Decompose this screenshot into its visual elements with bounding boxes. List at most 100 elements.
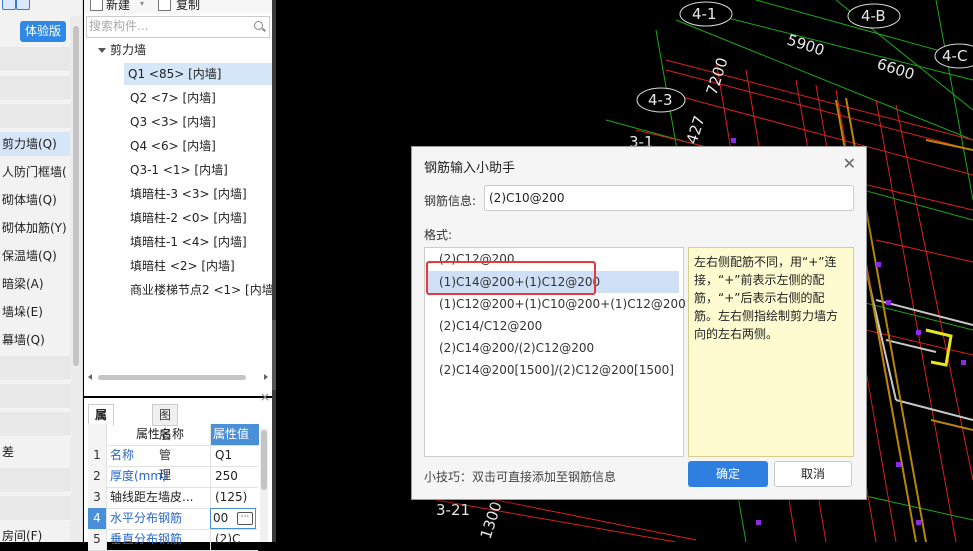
row-number: 1: [88, 445, 107, 466]
property-table-header: 属性名称 属性值: [88, 424, 259, 446]
ellipsis-button[interactable]: ···: [237, 512, 253, 525]
property-value[interactable]: (2)C: [210, 529, 261, 550]
cad-label: 4-1: [692, 5, 717, 23]
scroll-left-icon[interactable]: [88, 374, 92, 380]
tree-item[interactable]: Q1 <85> [内墙]: [124, 63, 280, 85]
property-panel: × 属性列表 图层管理 属性名称 属性值 1 名称 Q1 2 厚度(mm) 25…: [84, 390, 273, 551]
format-option[interactable]: (2)C14@200[1500]/(2)C12@200[1500]: [425, 359, 681, 381]
category-spacer: [0, 496, 70, 521]
format-option[interactable]: (2)C14/C12@200: [425, 315, 681, 337]
ok-button[interactable]: 确定: [688, 461, 768, 487]
tree-item[interactable]: 填暗柱-1 <4> [内墙]: [126, 231, 251, 253]
close-icon[interactable]: ✕: [843, 154, 856, 173]
category-spacer: [0, 468, 70, 493]
tree-item[interactable]: Q3 <3> [内墙]: [126, 111, 220, 133]
category-item-insulation-wall[interactable]: 保温墙(Q): [0, 244, 72, 268]
property-value[interactable]: (125): [210, 487, 261, 508]
tree-group-shear-wall[interactable]: 剪力墙: [98, 41, 146, 58]
table-row[interactable]: 1 名称 Q1: [88, 445, 258, 467]
category-item-hidden-beam[interactable]: 暗梁(A): [0, 272, 72, 296]
highlight-walls: [925, 328, 953, 367]
format-hint-text: 左右侧配筋不同，用“+”连接，“+”前表示左侧的配筋，“+”后表示右侧的配筋。左…: [694, 255, 839, 341]
trial-version-button[interactable]: 体验版: [20, 21, 66, 42]
property-value[interactable]: Q1: [210, 445, 261, 466]
cancel-button[interactable]: 取消: [774, 461, 852, 487]
component-tree-panel: 新建 ▾ 复制 剪力墙 Q1 <85> [内墙] Q2 <7> [内墙] Q3 …: [84, 0, 280, 396]
property-name: 厚度(mm): [110, 469, 167, 483]
row-number: 3: [88, 487, 107, 508]
property-name: 垂直分布钢筋: [110, 532, 183, 546]
cad-label: 6600: [875, 55, 917, 84]
tree-item[interactable]: 填暗柱 <2> [内墙]: [126, 255, 239, 277]
tree-item[interactable]: Q3-1 <1> [内墙]: [126, 159, 232, 181]
category-spacer: [0, 104, 70, 129]
tree-horizontal-scrollbar[interactable]: [88, 372, 268, 382]
category-item-curtain-wall[interactable]: 幕墙(Q): [0, 328, 72, 352]
selection-highlight-box: [426, 261, 596, 295]
category-panel: 体验版 剪力墙(Q) 人防门框墙( 砌体墙(Q) 砌体加筋(Y) 保温墙(Q) …: [0, 0, 83, 542]
cad-label: 1300: [477, 499, 506, 541]
row-number-header: [88, 424, 107, 445]
search-icon: [254, 21, 263, 30]
dialog-title: 钢筋输入小助手: [424, 161, 516, 176]
rebar-info-field[interactable]: [484, 185, 854, 211]
collapse-caret-icon[interactable]: [98, 48, 106, 53]
row-number: 4: [88, 508, 107, 529]
category-item-masonry-rebar[interactable]: 砌体加筋(Y): [0, 216, 72, 240]
category-item-partial[interactable]: 差: [0, 440, 72, 464]
search-box[interactable]: [86, 16, 270, 38]
property-name: 水平分布钢筋: [110, 511, 183, 525]
rebar-input-dialog: 钢筋输入小助手 ✕ 钢筋信息: 格式: (2)C12@200 (1)C14@20…: [411, 146, 867, 500]
table-row[interactable]: 2 厚度(mm) 250: [88, 466, 258, 488]
tree-item[interactable]: 填暗柱-2 <0> [内墙]: [126, 207, 251, 229]
scroll-right-icon[interactable]: [264, 374, 268, 380]
scrollbar-thumb[interactable]: [261, 430, 267, 490]
category-item-wall-pier[interactable]: 墙垛(E): [0, 300, 72, 324]
scrollbar-thumb[interactable]: [73, 26, 79, 366]
category-spacer: [0, 384, 70, 409]
scrollbar-thumb[interactable]: [98, 375, 246, 380]
category-item-civil-defense-door[interactable]: 人防门框墙(: [0, 160, 72, 184]
property-scrollbar[interactable]: [260, 428, 268, 542]
category-item-room[interactable]: 房间(F): [0, 524, 72, 542]
format-hint-box: 左右侧配筋不同，用“+”连接，“+”前表示左侧的配筋，“+”后表示右侧的配筋。左…: [688, 247, 854, 457]
column-header-name: 属性名称: [135, 427, 184, 441]
new-icon: [90, 0, 103, 11]
copy-button[interactable]: 复制: [176, 0, 200, 13]
expand-icon[interactable]: [2, 0, 16, 10]
close-icon[interactable]: ×: [260, 390, 270, 404]
property-value[interactable]: 250: [210, 466, 261, 487]
table-row[interactable]: 5 垂直分布钢筋 (2)C: [88, 529, 258, 551]
list-icon[interactable]: [16, 0, 30, 10]
category-spacer: [0, 47, 70, 72]
cad-label: 4-B: [861, 7, 886, 25]
cad-label: 3-21: [436, 501, 470, 519]
category-item-shear-wall[interactable]: 剪力墙(Q): [0, 132, 72, 156]
property-value-editor[interactable]: 00 ···: [210, 508, 256, 529]
category-item-masonry-wall[interactable]: 砌体墙(Q): [0, 188, 72, 212]
tab-layer-manager[interactable]: 图层管理: [152, 404, 179, 482]
category-toolbar: [0, 0, 82, 16]
tree-item[interactable]: 填暗柱-3 <3> [内墙]: [126, 183, 251, 205]
search-input[interactable]: [89, 18, 239, 34]
category-spacer: [0, 356, 70, 381]
tree-group-label: 剪力墙: [110, 43, 147, 57]
format-label: 格式:: [424, 228, 453, 242]
tree-item[interactable]: Q4 <6> [内墙]: [126, 135, 220, 157]
rebar-info-input[interactable]: [489, 189, 839, 207]
category-scrollbar[interactable]: [70, 16, 82, 542]
table-row[interactable]: 3 轴线距左墙皮... (125): [88, 487, 258, 509]
table-row[interactable]: 4 水平分布钢筋 00 ···: [88, 508, 258, 530]
tree-item[interactable]: 商业楼梯节点2 <1> [内墙: [126, 279, 274, 301]
property-name: 轴线距左墙皮...: [110, 490, 194, 504]
property-value: 00: [213, 511, 229, 525]
format-option[interactable]: (2)C14@200/(2)C12@200: [425, 337, 681, 359]
tip-text: 小技巧：双击可直接添加至钢筋信息: [424, 470, 617, 484]
tree-item[interactable]: Q2 <7> [内墙]: [126, 87, 220, 109]
column-header-value: 属性值: [210, 424, 259, 445]
dropdown-arrow-icon[interactable]: ▾: [140, 0, 144, 8]
new-button[interactable]: 新建: [106, 0, 130, 13]
format-option[interactable]: (1)C12@200+(1)C10@200+(1)C12@200: [425, 293, 686, 315]
tab-property-list[interactable]: 属性列表: [88, 404, 115, 482]
rebar-info-label: 钢筋信息:: [424, 194, 477, 208]
